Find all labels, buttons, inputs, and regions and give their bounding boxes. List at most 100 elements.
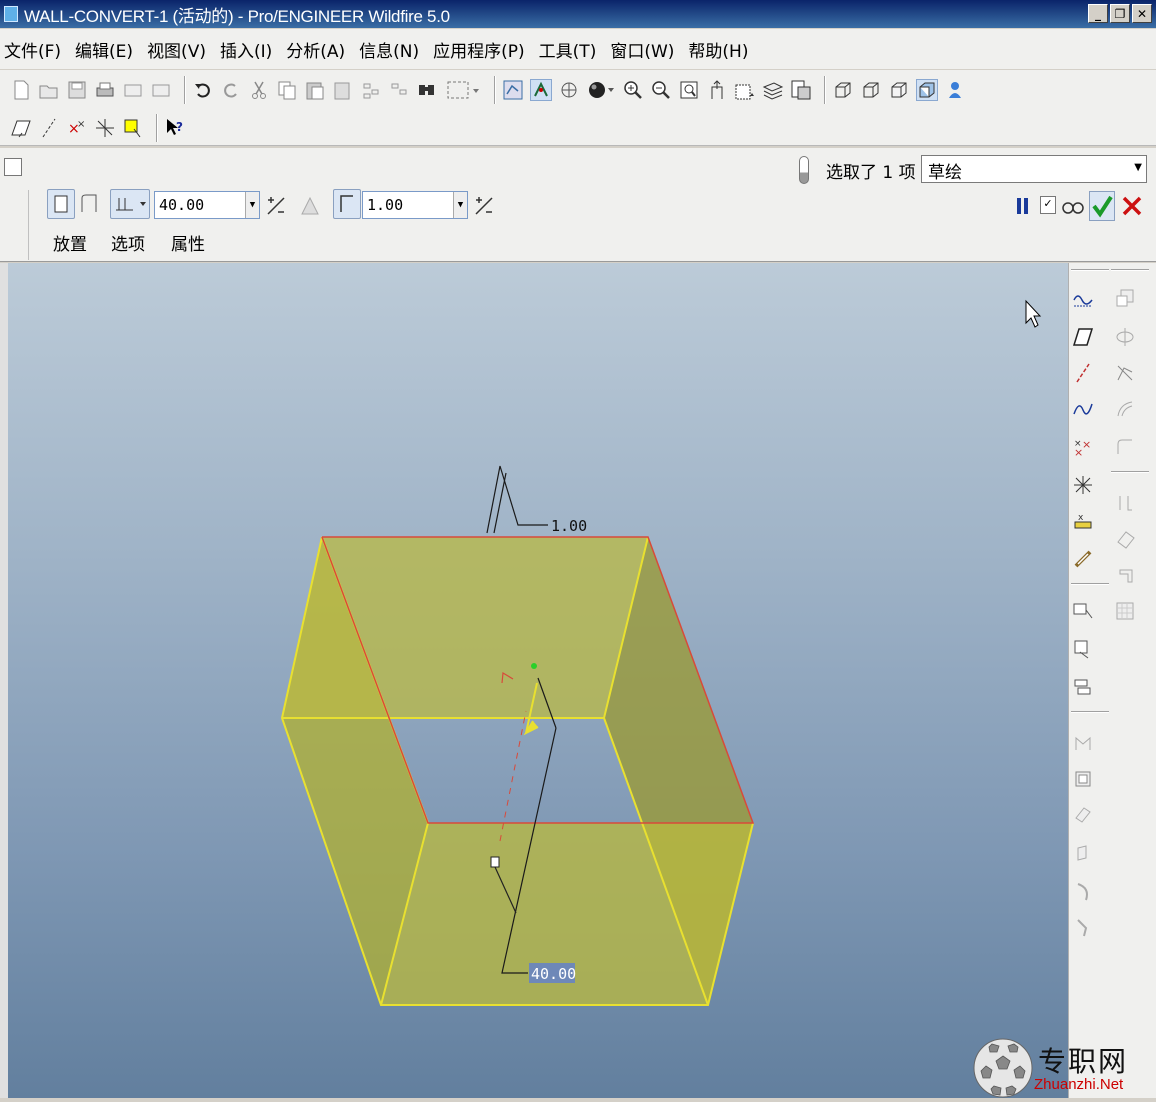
menu-info[interactable]: 信息(N) bbox=[359, 37, 419, 62]
flanged-wall-icon[interactable] bbox=[78, 192, 100, 216]
curve-icon[interactable] bbox=[1071, 397, 1095, 421]
menu-tools[interactable]: 工具(T) bbox=[539, 37, 597, 62]
zoom-in-icon[interactable] bbox=[622, 79, 644, 101]
print-icon[interactable] bbox=[94, 79, 116, 101]
dashboard-toggle-icon[interactable] bbox=[4, 158, 22, 176]
verify-checkbox-icon[interactable]: ✓ bbox=[1040, 196, 1056, 214]
form-icon[interactable] bbox=[1113, 599, 1137, 623]
point-icon[interactable]: × × × bbox=[1071, 435, 1095, 459]
shading-icon[interactable] bbox=[916, 79, 938, 101]
plane-icon[interactable] bbox=[1071, 325, 1095, 349]
menu-applications[interactable]: 应用程序(P) bbox=[433, 37, 525, 62]
flip-height-icon[interactable] bbox=[264, 194, 288, 218]
revolve-icon[interactable] bbox=[1113, 325, 1137, 349]
copy-icon[interactable] bbox=[276, 79, 298, 101]
menu-view[interactable]: 视图(V) bbox=[147, 37, 206, 62]
axis-icon[interactable] bbox=[1071, 361, 1095, 385]
menu-file[interactable]: 文件(F) bbox=[4, 37, 61, 62]
restore-button[interactable]: ❐ bbox=[1110, 4, 1130, 23]
model-tree-icon[interactable] bbox=[944, 79, 966, 101]
open-icon[interactable] bbox=[38, 79, 60, 101]
sweep-icon[interactable] bbox=[1113, 397, 1137, 421]
layers-icon[interactable] bbox=[762, 79, 784, 101]
orient-mode-icon[interactable] bbox=[558, 79, 580, 101]
flat-wall-button[interactable] bbox=[47, 189, 75, 219]
csys-icon[interactable] bbox=[1071, 473, 1095, 497]
refit-icon[interactable] bbox=[678, 79, 700, 101]
tab-properties[interactable]: 属性 bbox=[171, 230, 205, 255]
menu-insert[interactable]: 插入(I) bbox=[220, 37, 272, 62]
bend-back-icon[interactable] bbox=[1071, 675, 1095, 699]
redo-icon[interactable] bbox=[220, 79, 242, 101]
thickness-input[interactable]: 1.00 ▼ bbox=[362, 191, 468, 219]
analysis-feature-icon[interactable] bbox=[122, 117, 144, 139]
datum-csys-icon[interactable] bbox=[94, 117, 116, 139]
chevron-down-icon[interactable]: ▼ bbox=[453, 192, 467, 218]
extrude-cut-icon[interactable] bbox=[1113, 491, 1137, 515]
datum-plane-icon[interactable] bbox=[10, 117, 32, 139]
menu-analysis[interactable]: 分析(A) bbox=[286, 37, 345, 62]
close-button[interactable]: ✕ bbox=[1132, 4, 1152, 23]
cancel-icon[interactable] bbox=[1120, 194, 1144, 218]
no-hidden-icon[interactable] bbox=[888, 79, 910, 101]
paste-icon[interactable] bbox=[304, 79, 326, 101]
menu-edit[interactable]: 编辑(E) bbox=[75, 37, 133, 62]
accept-icon[interactable] bbox=[1089, 191, 1115, 221]
selection-box-icon[interactable] bbox=[444, 79, 482, 101]
minimize-button[interactable]: _ bbox=[1088, 4, 1108, 23]
repaint-icon[interactable] bbox=[502, 79, 524, 101]
context-help-icon[interactable]: ? bbox=[164, 117, 186, 139]
graphics-window[interactable]: 1.00 40.00 bbox=[0, 263, 1068, 1098]
flange-icon[interactable] bbox=[1113, 435, 1137, 459]
paste-special-icon[interactable] bbox=[332, 79, 354, 101]
blend-icon[interactable] bbox=[1113, 361, 1137, 385]
corner-relief-icon[interactable] bbox=[1071, 767, 1095, 791]
deform-icon[interactable] bbox=[1071, 915, 1095, 939]
preview-icon[interactable] bbox=[1061, 196, 1085, 216]
new-file-icon[interactable] bbox=[10, 79, 32, 101]
flip-thickness-icon[interactable] bbox=[472, 194, 496, 218]
menu-window[interactable]: 窗口(W) bbox=[610, 37, 674, 62]
hidden-line-icon[interactable] bbox=[860, 79, 882, 101]
menu-help[interactable]: 帮助(H) bbox=[688, 37, 748, 62]
merge-icon[interactable] bbox=[1071, 803, 1095, 827]
hole-icon[interactable] bbox=[1113, 527, 1137, 551]
display-style-icon[interactable] bbox=[586, 79, 616, 101]
unattached-wall-icon[interactable] bbox=[1113, 287, 1137, 311]
edge-bend-icon[interactable] bbox=[1071, 879, 1095, 903]
regen-manager-icon[interactable] bbox=[388, 79, 410, 101]
zoom-out-icon[interactable] bbox=[650, 79, 672, 101]
tab-options[interactable]: 选项 bbox=[111, 230, 145, 255]
dimension-thickness[interactable]: 1.00 bbox=[551, 517, 587, 535]
saved-views-icon[interactable] bbox=[734, 79, 756, 101]
wireframe-icon[interactable] bbox=[832, 79, 854, 101]
send-mail-icon[interactable] bbox=[122, 79, 144, 101]
undo-icon[interactable] bbox=[192, 79, 214, 101]
dimension-height[interactable]: 40.00 bbox=[531, 965, 576, 983]
thickness-button[interactable] bbox=[333, 189, 361, 219]
sketch-tool-icon[interactable] bbox=[1071, 287, 1095, 311]
height-input[interactable]: 40.00 ▼ bbox=[154, 191, 260, 219]
send-link-icon[interactable] bbox=[150, 79, 172, 101]
view-manager-icon[interactable] bbox=[790, 79, 812, 101]
chevron-down-icon[interactable]: ▼ bbox=[245, 192, 259, 218]
bend-icon[interactable] bbox=[1071, 599, 1095, 623]
height-type-button[interactable] bbox=[110, 189, 150, 219]
rip-icon[interactable] bbox=[1071, 731, 1095, 755]
selection-filter[interactable]: 草绘 ▼ bbox=[921, 155, 1147, 183]
reorient-icon[interactable] bbox=[706, 79, 728, 101]
datum-axis-icon[interactable] bbox=[38, 117, 60, 139]
notch-icon[interactable] bbox=[1113, 563, 1137, 587]
datum-point-icon[interactable]: × × bbox=[66, 117, 88, 139]
cut-icon[interactable] bbox=[248, 79, 270, 101]
analysis-icon[interactable]: x bbox=[1071, 509, 1095, 533]
flatten-icon[interactable] bbox=[1071, 841, 1095, 865]
regenerate-icon[interactable] bbox=[360, 79, 382, 101]
model-view[interactable]: 1.00 40.00 bbox=[8, 263, 1068, 1098]
unbend-icon[interactable] bbox=[1071, 637, 1095, 661]
spin-center-icon[interactable] bbox=[530, 79, 552, 101]
chain-icon[interactable] bbox=[1071, 547, 1095, 571]
tab-placement[interactable]: 放置 bbox=[53, 230, 87, 255]
top-wall-face[interactable] bbox=[282, 537, 648, 718]
pause-icon[interactable] bbox=[1012, 194, 1034, 218]
